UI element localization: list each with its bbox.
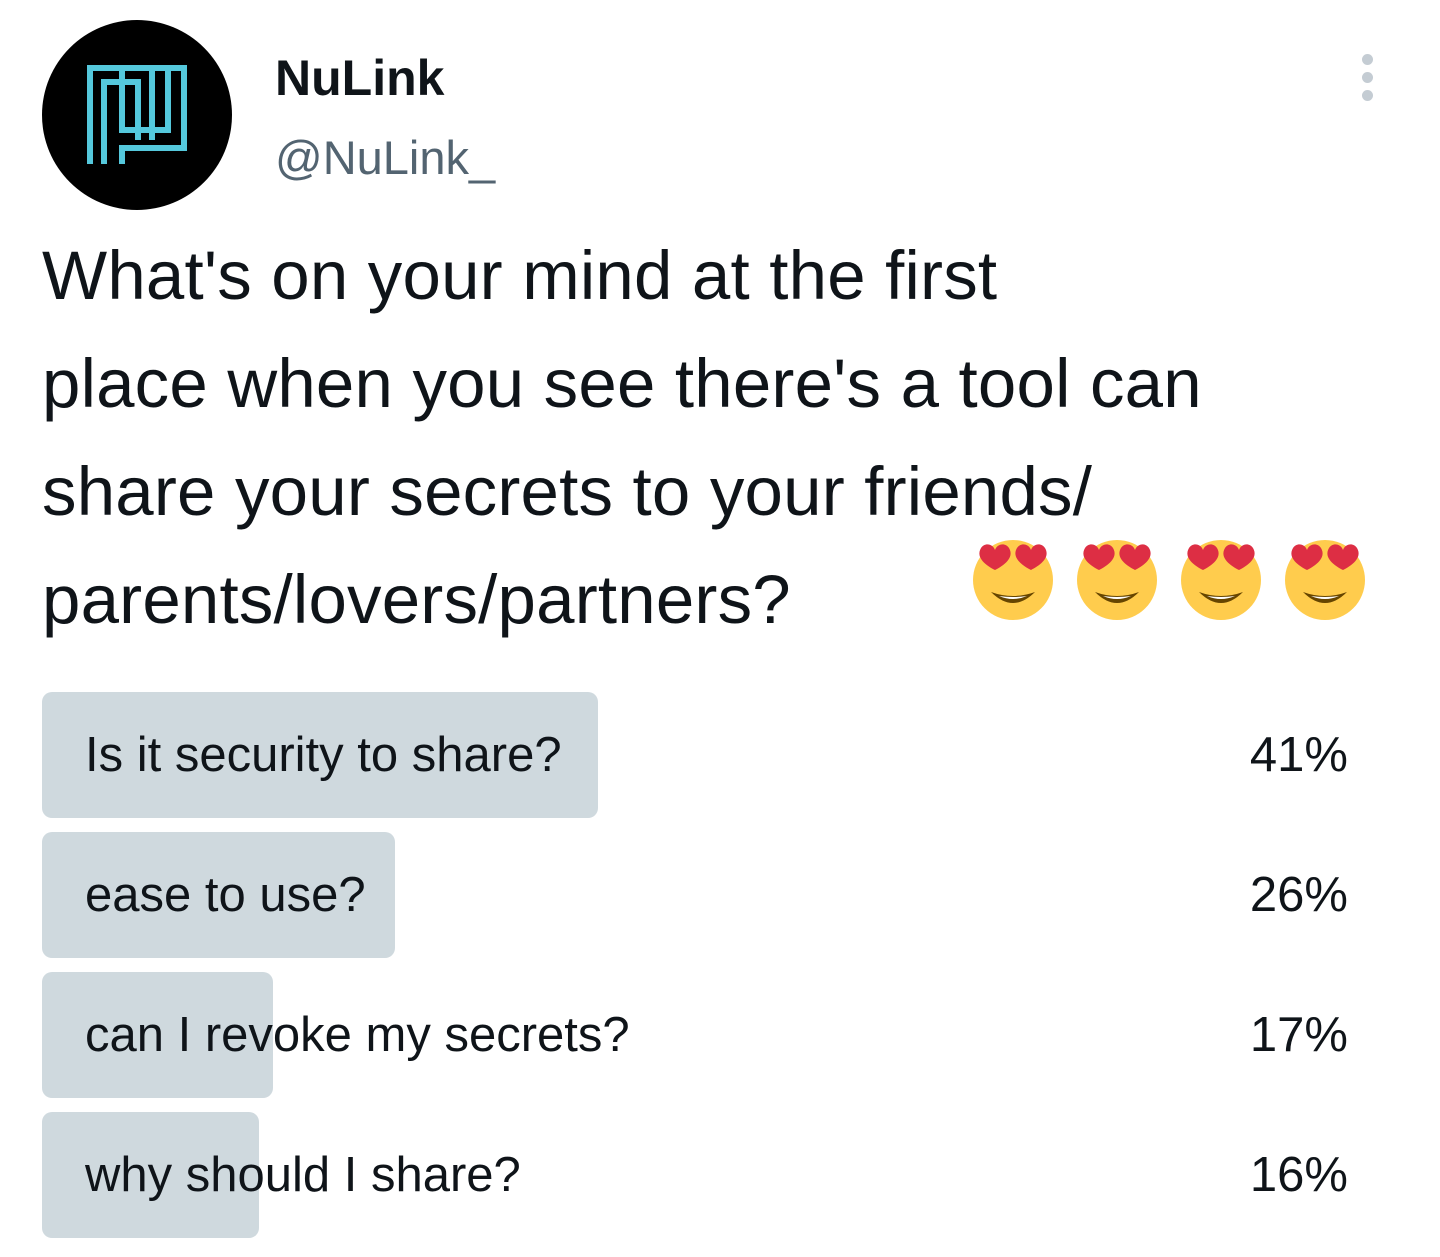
heart-eyes-emoji-icon: [965, 528, 1061, 624]
poll-option-label: why should I share?: [85, 1148, 521, 1202]
avatar[interactable]: [42, 20, 232, 210]
more-dot: [1362, 72, 1373, 83]
nulink-logo-icon: [87, 65, 187, 164]
poll-option-label: ease to use?: [85, 868, 366, 922]
emoji-row: [965, 528, 1373, 624]
poll-option-label: Is it security to share?: [85, 728, 562, 782]
poll-option[interactable]: Is it security to share? 41%: [42, 692, 1398, 818]
author-handle[interactable]: @NuLink_: [275, 128, 495, 188]
more-options-icon[interactable]: [1345, 50, 1395, 106]
heart-eyes-emoji-icon: [1069, 528, 1165, 624]
poll-option-label: can I revoke my secrets?: [85, 1008, 630, 1062]
poll-option-percent: 17%: [1249, 1008, 1348, 1062]
author-display-name[interactable]: NuLink: [275, 48, 444, 108]
poll: Is it security to share? 41% ease to use? 2…: [42, 692, 1398, 1252]
heart-eyes-emoji-icon: [1277, 528, 1373, 624]
poll-option[interactable]: can I revoke my secrets? 17%: [42, 972, 1398, 1098]
more-dot: [1362, 54, 1373, 65]
poll-option-percent: 41%: [1249, 728, 1348, 782]
heart-eyes-emoji-icon: [1173, 528, 1269, 624]
poll-option[interactable]: why should I share? 16%: [42, 1112, 1398, 1238]
poll-option-percent: 16%: [1249, 1148, 1348, 1202]
poll-option[interactable]: ease to use? 26%: [42, 832, 1398, 958]
poll-option-percent: 26%: [1249, 868, 1348, 922]
more-dot: [1362, 90, 1373, 101]
